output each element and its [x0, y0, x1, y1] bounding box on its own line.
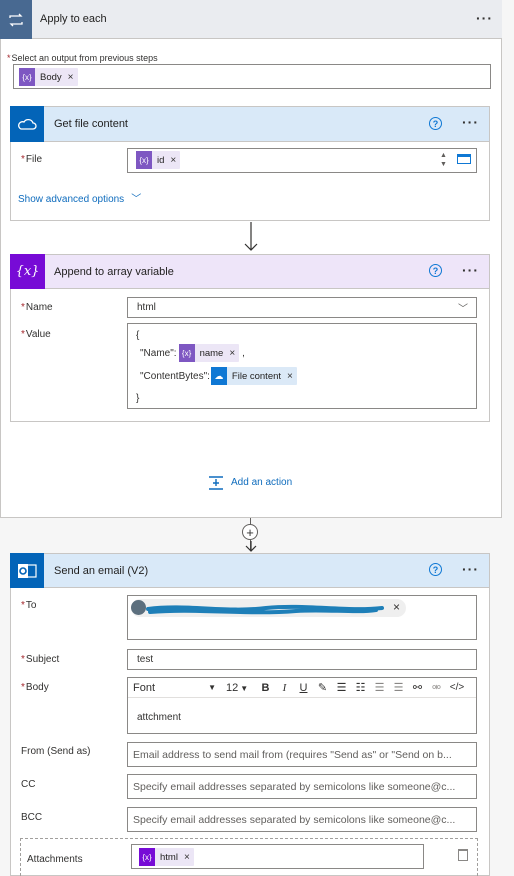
highlight-icon[interactable]: ✎	[313, 681, 332, 694]
remove-recipient-icon[interactable]: ×	[393, 600, 400, 614]
outlook-icon	[10, 553, 44, 588]
stepper-icon[interactable]: ▲ ▼	[440, 151, 447, 169]
add-action-icon	[208, 475, 224, 490]
help-icon[interactable]: ?	[429, 264, 442, 277]
chevron-down-icon: ﹀	[458, 304, 468, 315]
get-file-more-icon[interactable]: ···	[462, 114, 479, 130]
to-label: *To	[21, 600, 37, 611]
attachments-label: Attachments	[27, 854, 83, 865]
attachments-input[interactable]: {x} html ×	[131, 844, 424, 869]
bcc-input[interactable]: Specify email addresses separated by sem…	[127, 807, 477, 832]
folder-icon[interactable]	[457, 154, 471, 164]
output-input[interactable]: {x} Body ×	[13, 64, 491, 89]
variable-icon: {x}	[139, 848, 155, 866]
font-size-select[interactable]: 12 ▼	[216, 682, 256, 694]
flow-arrow	[243, 222, 259, 257]
value-content-line: "ContentBytes": ☁ File content ×	[140, 367, 297, 385]
code-view-icon[interactable]: </>	[446, 682, 468, 693]
value-label: *Value	[21, 329, 51, 340]
cc-input[interactable]: Specify email addresses separated by sem…	[127, 774, 477, 799]
name-dropdown[interactable]: html ﹀	[127, 297, 477, 318]
subject-input[interactable]: test	[127, 649, 477, 670]
append-more-icon[interactable]: ···	[462, 262, 479, 278]
from-label: From (Send as)	[21, 746, 91, 757]
cc-label: CC	[21, 779, 36, 790]
delete-icon[interactable]	[458, 849, 468, 861]
caret-down-icon: ▼	[208, 682, 216, 692]
add-action-button[interactable]: Add an action	[208, 475, 292, 490]
increase-indent-icon[interactable]: ☰	[389, 681, 408, 694]
value-name-line: "Name": {x} name × ,	[140, 344, 245, 362]
output-label: *Select an output from previous steps	[7, 53, 158, 63]
chevron-down-icon: ﹀	[131, 194, 142, 205]
file-input[interactable]: {x} id ×	[127, 148, 477, 173]
loop-icon	[0, 0, 32, 39]
file-label: *File	[21, 154, 43, 165]
numbered-list-icon[interactable]: ☷	[351, 681, 370, 694]
name-token[interactable]: {x} name ×	[178, 344, 240, 362]
name-label: *Name	[21, 302, 53, 313]
font-select[interactable]: Font ▼	[128, 682, 216, 694]
variable-icon: {x}	[10, 254, 45, 289]
expression-icon: {x}	[136, 151, 152, 169]
html-token[interactable]: {x} html ×	[139, 848, 194, 866]
send-email-title: Send an email (V2)	[54, 565, 149, 577]
bold-button[interactable]: B	[256, 682, 275, 694]
apply-to-each-more-icon[interactable]: ···	[476, 10, 493, 26]
body-label: *Body	[21, 682, 49, 693]
unlink-icon[interactable]: ⚮	[427, 681, 446, 694]
remove-token-icon[interactable]: ×	[229, 348, 235, 359]
link-icon[interactable]: ⚯	[408, 681, 427, 694]
append-array-title: Append to array variable	[54, 266, 174, 278]
onedrive-icon	[10, 106, 44, 142]
body-token[interactable]: {x} Body ×	[19, 68, 78, 86]
bullet-list-icon[interactable]: ☰	[332, 681, 351, 694]
show-advanced-options[interactable]: Show advanced options ﹀	[18, 190, 141, 205]
from-input[interactable]: Email address to send mail from (require…	[127, 742, 477, 767]
value-input[interactable]	[127, 323, 477, 409]
help-icon[interactable]: ?	[429, 117, 442, 130]
onedrive-icon: ☁	[210, 367, 227, 385]
decrease-indent-icon[interactable]: ☰	[370, 681, 389, 694]
expression-icon: {x}	[178, 344, 195, 362]
italic-button[interactable]: I	[275, 682, 294, 694]
expression-icon: {x}	[19, 68, 35, 86]
remove-token-icon[interactable]: ×	[68, 72, 74, 83]
remove-token-icon[interactable]: ×	[170, 155, 176, 166]
body-toolbar: Font ▼ 12 ▼ B I U ✎ ☰ ☷ ☰ ☰ ⚯ ⚮ </>	[128, 678, 476, 698]
insert-step-icon[interactable]: +	[242, 524, 258, 540]
subject-label: *Subject	[21, 654, 60, 665]
underline-button[interactable]: U	[294, 682, 313, 694]
redaction-scribble	[146, 600, 386, 621]
body-text: attchment	[137, 712, 181, 723]
avatar	[131, 600, 146, 615]
id-token[interactable]: {x} id ×	[136, 151, 181, 169]
send-email-more-icon[interactable]: ···	[462, 561, 479, 577]
help-icon[interactable]: ?	[429, 563, 442, 576]
bcc-label: BCC	[21, 812, 43, 823]
remove-token-icon[interactable]: ×	[287, 371, 293, 382]
value-line-open: {	[136, 330, 140, 341]
file-content-token[interactable]: ☁ File content ×	[210, 367, 297, 385]
caret-down-icon: ▼	[240, 683, 249, 693]
apply-to-each-title: Apply to each	[40, 13, 107, 25]
get-file-content-title: Get file content	[54, 118, 128, 130]
value-line-close: }	[136, 393, 140, 404]
remove-token-icon[interactable]: ×	[184, 852, 190, 863]
